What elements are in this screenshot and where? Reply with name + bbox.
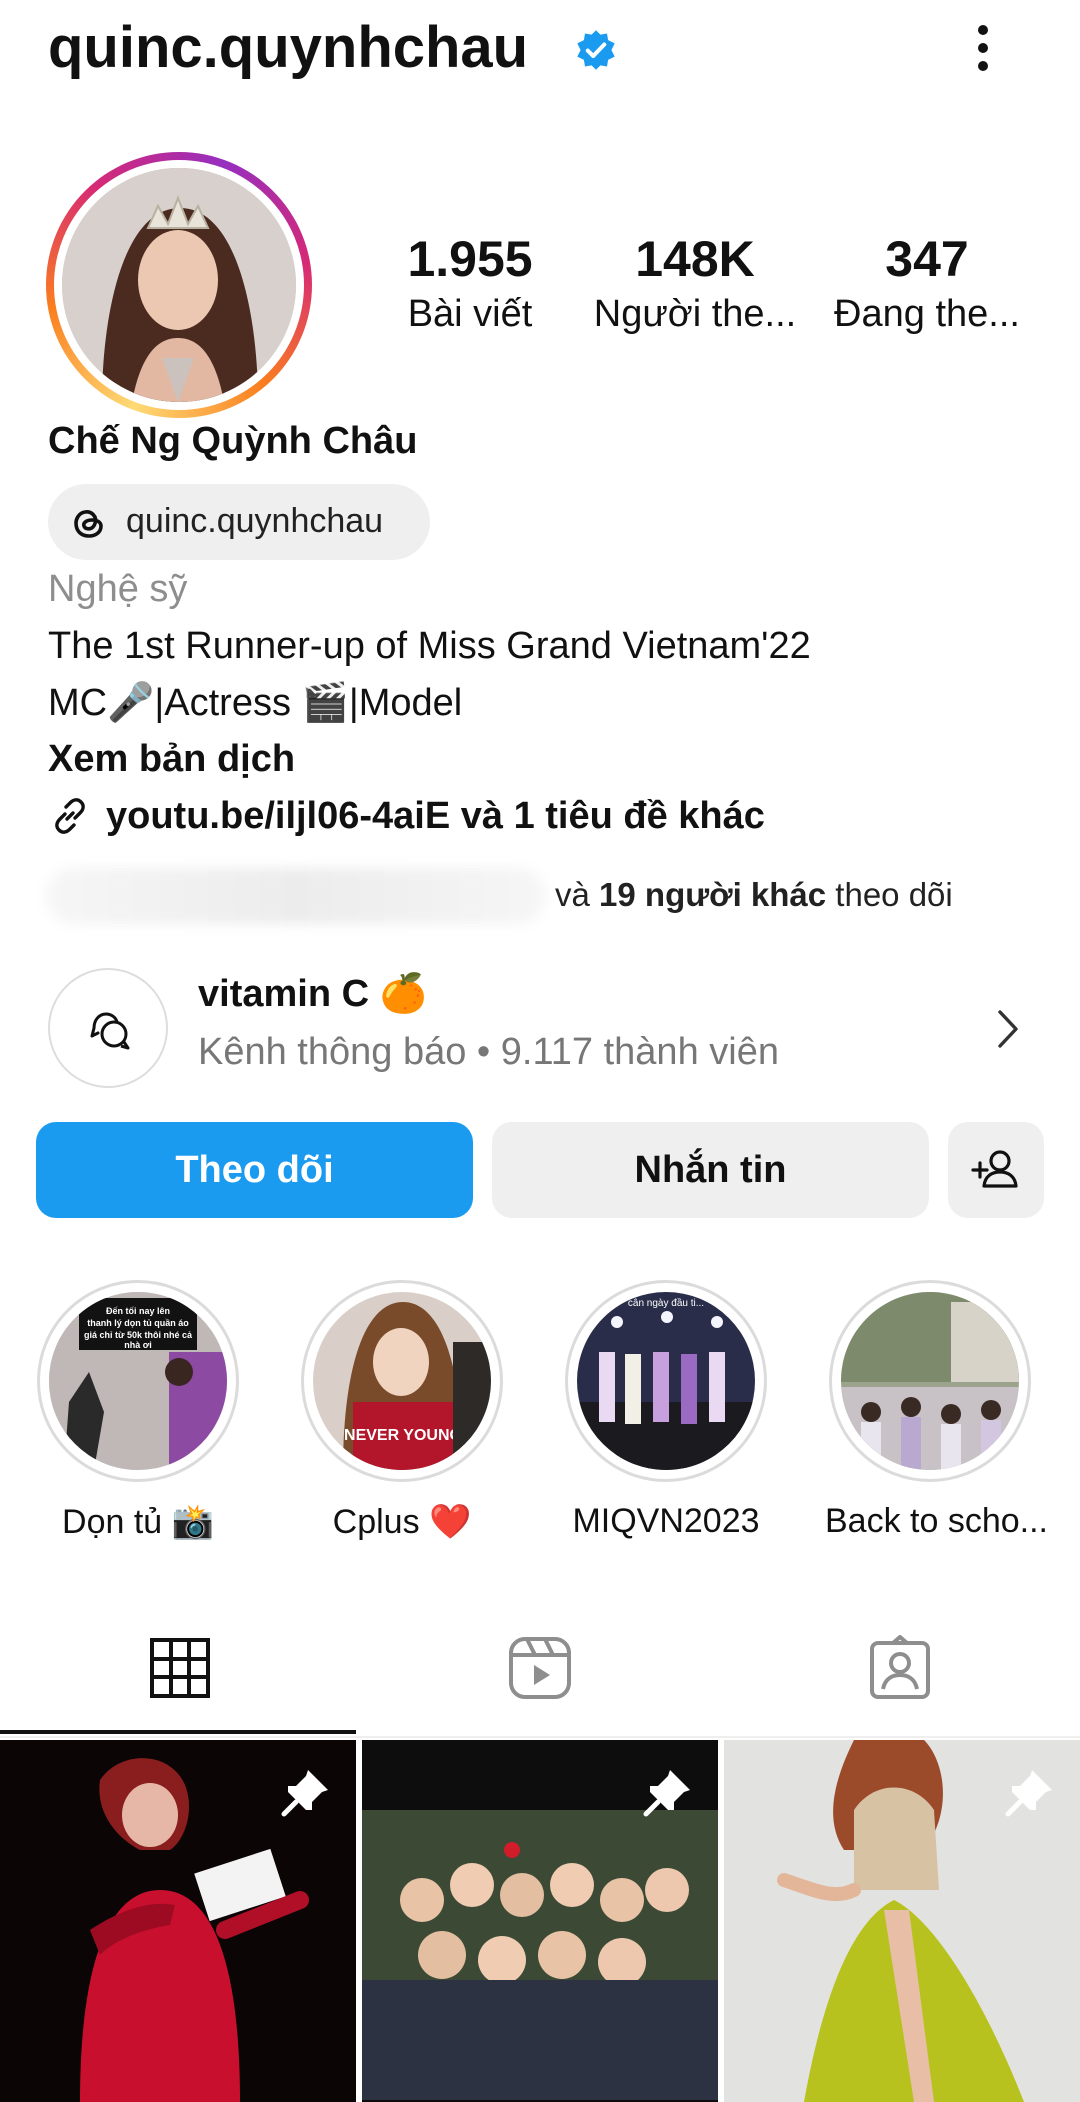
profile-full-name: Chế Ng Quỳnh Châu [48, 420, 418, 462]
verified-badge-icon [577, 30, 615, 70]
followed-by-suffix: theo dõi [826, 876, 953, 913]
see-translation-link[interactable]: Xem bản dịch [48, 738, 295, 781]
threads-icon [74, 510, 103, 538]
svg-text:thanh lý dọn tủ quần áo: thanh lý dọn tủ quần áo [87, 1318, 189, 1328]
stat-following-value: 347 [885, 231, 969, 287]
profile-link[interactable]: youtu.be/iljl06-4aiE và 1 tiêu đề khác [48, 794, 765, 838]
follow-button[interactable]: Theo dõi [36, 1122, 473, 1218]
highlight-cover: cân ngày đầu ti... [577, 1292, 755, 1470]
followed-by-count: 19 người khác [599, 876, 827, 913]
highlight-cover: Đến tối nay lên thanh lý dọn tủ quần áo … [49, 1292, 227, 1470]
svg-text:nhà ơi: nhà ơi [124, 1340, 151, 1350]
highlight-back-to-school[interactable]: Back to scho... [825, 1280, 1048, 1541]
stat-followers-label: Người the... [593, 293, 797, 335]
avatar-photo [62, 168, 296, 402]
highlight-cover [841, 1292, 1019, 1470]
link-icon [55, 798, 85, 834]
stat-following[interactable]: 347 Đang the... [822, 230, 1032, 340]
svg-text:NEVER YOUNG: NEVER YOUNG [344, 1427, 462, 1444]
channel-subtitle: Kênh thông báo • 9.117 thành viên [198, 1031, 779, 1073]
grid-icon [150, 1638, 210, 1698]
pin-icon [1005, 1770, 1052, 1817]
stat-followers[interactable]: 148K Người the... [585, 230, 805, 340]
top-bar: quinc.quynhchau [0, 0, 1080, 100]
profile-link-text: youtu.be/iljl06-4aiE và 1 tiêu đề khác [106, 794, 765, 837]
tabs-divider [0, 1736, 1080, 1738]
posts-grid [0, 1740, 1080, 2102]
highlight-don-tu[interactable]: Đến tối nay lên thanh lý dọn tủ quần áo … [33, 1280, 243, 1542]
highlight-label: Cplus ❤️ [332, 1503, 472, 1541]
pin-icon [643, 1770, 690, 1817]
highlight-ring: NEVER YOUNG [301, 1280, 503, 1482]
highlight-label: Back to scho... [825, 1502, 1048, 1540]
bio-line-2: MC🎤|Actress 🎬|Model [48, 682, 463, 724]
highlight-ring: cân ngày đầu ti... [565, 1280, 767, 1482]
broadcast-channel-row[interactable]: vitamin C 🍊 Kênh thông báo • 9.117 thành… [48, 966, 1048, 1090]
tab-tagged[interactable] [720, 1600, 1080, 1736]
chat-bubbles-icon [90, 1012, 130, 1050]
channel-avatar [48, 968, 168, 1088]
stat-following-label: Đang the... [834, 293, 1020, 335]
threads-badge[interactable]: quinc.quynhchau [48, 484, 430, 560]
profile-tabs [0, 1600, 1080, 1736]
tab-posts-grid[interactable] [0, 1600, 360, 1736]
stat-posts-label: Bài viết [407, 293, 533, 335]
svg-text:cân ngày đầu ti...: cân ngày đầu ti... [628, 1297, 704, 1309]
highlight-miqvn2023[interactable]: cân ngày đầu ti... MIQVN2023 [561, 1280, 771, 1541]
highlight-label: Dọn tủ 📸 [62, 1503, 214, 1541]
chevron-right-icon [998, 1010, 1018, 1048]
bio-line-1: The 1st Runner-up of Miss Grand Vietnam'… [48, 625, 811, 667]
follower-avatars-blurred[interactable] [46, 868, 546, 924]
stat-followers-value: 148K [635, 231, 755, 287]
highlight-ring [829, 1280, 1031, 1482]
followed-by-text[interactable]: và 19 người khác theo dõi [555, 876, 953, 914]
avatar[interactable] [46, 152, 312, 418]
highlight-cover: NEVER YOUNG [313, 1292, 491, 1470]
followed-by-prefix: và [555, 876, 600, 913]
svg-text:giá chỉ từ 50k thôi nhé cả: giá chỉ từ 50k thôi nhé cả [84, 1330, 193, 1340]
stat-posts-value: 1.955 [407, 231, 533, 287]
highlight-label: MIQVN2023 [572, 1502, 760, 1540]
message-button[interactable]: Nhắn tin [492, 1122, 929, 1218]
highlight-cplus[interactable]: NEVER YOUNG Cplus ❤️ [297, 1280, 507, 1542]
active-tab-indicator [0, 1730, 356, 1734]
add-user-icon [971, 1150, 1018, 1188]
post-thumbnail[interactable] [0, 1740, 356, 2102]
tab-reels[interactable] [360, 1600, 720, 1736]
channel-name: vitamin C 🍊 [198, 973, 427, 1015]
post-thumbnail[interactable] [362, 1740, 718, 2102]
more-vertical-icon[interactable] [958, 18, 1008, 78]
profile-username: quinc.quynhchau [48, 15, 529, 80]
stat-posts: 1.955 Bài viết [385, 230, 555, 340]
suggest-user-button[interactable] [948, 1122, 1044, 1218]
threads-handle: quinc.quynhchau [126, 502, 384, 540]
tagged-icon [870, 1635, 930, 1699]
svg-text:Đến tối nay lên: Đến tối nay lên [106, 1306, 170, 1316]
pin-icon [281, 1770, 328, 1817]
highlight-ring: Đến tối nay lên thanh lý dọn tủ quần áo … [37, 1280, 239, 1482]
profile-category: Nghệ sỹ [48, 568, 188, 610]
reels-icon [509, 1637, 571, 1699]
post-thumbnail[interactable] [724, 1740, 1080, 2102]
